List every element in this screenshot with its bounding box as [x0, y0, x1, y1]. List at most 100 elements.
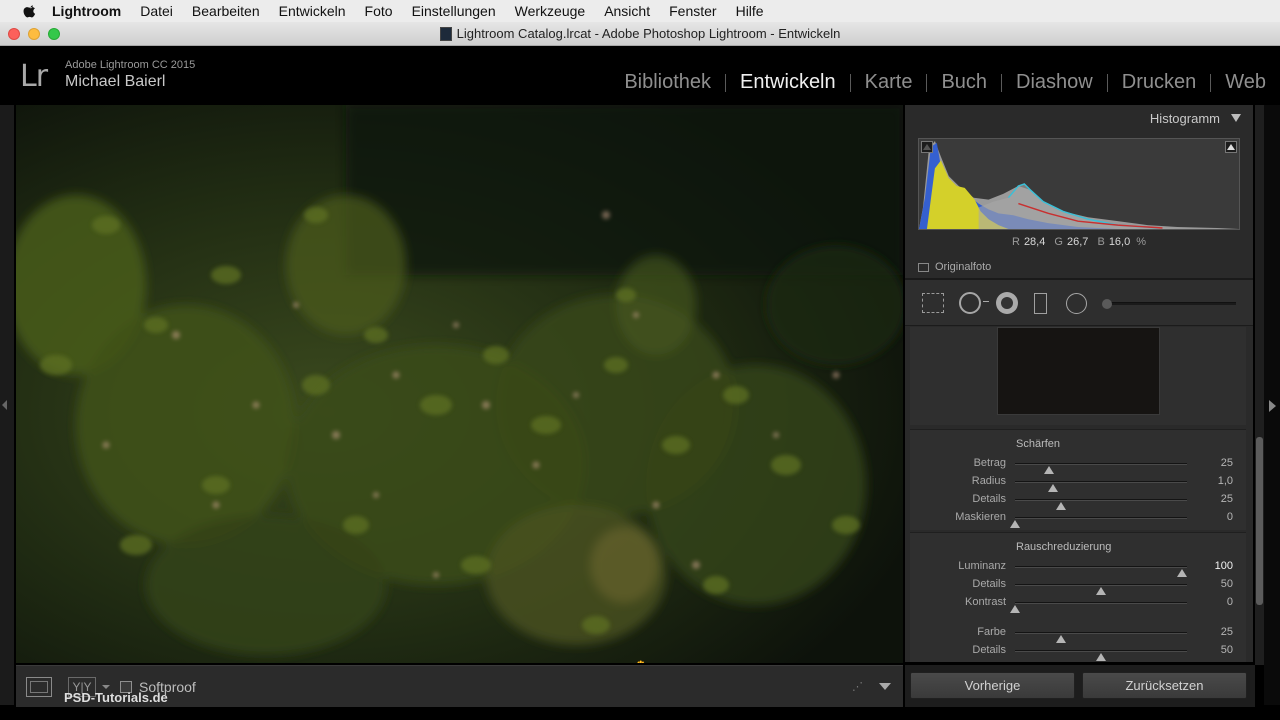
menu-hilfe[interactable]: Hilfe	[736, 3, 764, 19]
collapse-triangle-icon[interactable]	[1231, 114, 1241, 122]
red-eye-tool-icon[interactable]	[996, 292, 1018, 314]
slider-label: Luminanz	[958, 560, 1006, 572]
noise-color-details-row[interactable]: Details 50	[910, 642, 1246, 661]
module-entwickeln[interactable]: Entwickeln	[726, 71, 850, 94]
module-bibliothek[interactable]: Bibliothek	[610, 71, 725, 94]
sharpen-amount-row[interactable]: Betrag 25	[910, 455, 1246, 474]
slider-knob[interactable]	[1010, 520, 1020, 528]
slider-value[interactable]: 50	[1221, 578, 1233, 590]
module-diashow[interactable]: Diashow	[1002, 71, 1107, 94]
module-picker: Bibliothek Entwickeln Karte Buch Diashow…	[610, 71, 1280, 94]
slider-track[interactable]	[1015, 499, 1187, 510]
slider-value[interactable]: 25	[1221, 493, 1233, 505]
module-drucken[interactable]: Drucken	[1108, 71, 1210, 94]
module-buch[interactable]: Buch	[927, 71, 1001, 94]
original-photo-row[interactable]: Originalfoto	[918, 261, 991, 273]
adjustment-brush-slider[interactable]	[1102, 299, 1236, 309]
g-value: 26,7	[1066, 236, 1089, 248]
image-toolbar: Y|Y Softproof PSD-Tutorials.de ⋰	[16, 665, 903, 707]
menu-bearbeiten[interactable]: Bearbeiten	[192, 3, 260, 19]
slider-value[interactable]: 1,0	[1218, 475, 1233, 487]
menu-foto[interactable]: Foto	[365, 3, 393, 19]
noise-reduction-section: Rauschreduzierung Luminanz 100 Details 5…	[910, 532, 1246, 662]
noise-luminance-row[interactable]: Luminanz 100	[910, 558, 1246, 577]
original-photo-checkbox[interactable]	[918, 262, 929, 272]
menu-werkzeuge[interactable]: Werkzeuge	[515, 3, 586, 19]
identity-user: Michael Baierl	[65, 73, 166, 90]
slider-value[interactable]: 50	[1221, 644, 1233, 656]
toolbar-menu-arrow-icon[interactable]	[879, 683, 891, 690]
noise-contrast-row[interactable]: Kontrast 0	[910, 594, 1246, 613]
watermark-text: PSD-Tutorials.de	[64, 690, 168, 705]
sharpen-masking-row[interactable]: Maskieren 0	[910, 509, 1246, 528]
slider-value[interactable]: 0	[1227, 596, 1233, 608]
develop-right-panel: Histogramm R 28,4 G 26,7 B 16,0% Originalfo…	[905, 105, 1253, 662]
previous-settings-button[interactable]: Vorherige	[910, 672, 1075, 699]
slider-label: Farbe	[977, 626, 1006, 638]
adjustment-brush-knob[interactable]	[1102, 299, 1112, 309]
menu-ansicht[interactable]: Ansicht	[604, 3, 650, 19]
histogram-graph[interactable]	[918, 138, 1240, 230]
module-web[interactable]: Web	[1211, 71, 1280, 94]
histogram-header[interactable]: Histogramm	[905, 105, 1253, 131]
apple-icon[interactable]	[20, 3, 40, 19]
slider-value[interactable]: 25	[1221, 626, 1233, 638]
radial-filter-tool-icon[interactable]	[1066, 293, 1087, 314]
photo-foliage-image	[16, 105, 903, 663]
slider-track[interactable]	[1015, 566, 1187, 577]
loupe-view-button[interactable]	[26, 676, 52, 697]
module-karte[interactable]: Karte	[851, 71, 927, 94]
b-value: 16,0	[1108, 236, 1131, 248]
close-window-button[interactable]	[8, 28, 20, 40]
detail-preview-area	[910, 327, 1246, 425]
slider-track[interactable]	[1015, 463, 1187, 474]
percent-unit: %	[1136, 236, 1147, 248]
slider-track[interactable]	[1010, 602, 1187, 613]
slider-value[interactable]: 0	[1227, 511, 1233, 523]
left-panel-toggle[interactable]	[0, 105, 14, 705]
menu-datei[interactable]: Datei	[140, 3, 173, 19]
slider-value[interactable]: 25	[1221, 457, 1233, 469]
photo-canvas[interactable]: ✋	[16, 105, 903, 663]
menu-app[interactable]: Lightroom	[52, 3, 121, 19]
slider-label: Radius	[971, 475, 1006, 487]
slider-track[interactable]	[1015, 481, 1187, 492]
noise-details-row[interactable]: Details 50	[910, 576, 1246, 595]
slider-knob[interactable]	[1096, 653, 1106, 661]
menu-entwickeln[interactable]: Entwickeln	[279, 3, 346, 19]
slider-track[interactable]	[1015, 650, 1187, 661]
slider-label: Betrag	[973, 457, 1006, 469]
panel-bottom-buttons: Vorherige Zurücksetzen	[905, 665, 1255, 707]
sharpen-details-row[interactable]: Details 25	[910, 491, 1246, 510]
slider-label: Details	[972, 644, 1006, 656]
highlight-clipping-toggle[interactable]	[1225, 141, 1237, 153]
b-label: B	[1097, 236, 1105, 248]
slider-track[interactable]	[1015, 584, 1187, 595]
hand-cursor-icon: ✋	[630, 660, 652, 663]
slider-knob[interactable]	[1010, 605, 1020, 613]
slider-track[interactable]	[1010, 517, 1187, 528]
noise-color-row[interactable]: Farbe 25	[910, 624, 1246, 643]
fullscreen-window-button[interactable]	[48, 28, 60, 40]
window-title: Lightroom Catalog.lrcat - Adobe Photosho…	[456, 26, 841, 41]
graduated-filter-tool-icon[interactable]	[1034, 293, 1047, 314]
spot-removal-tool-icon[interactable]	[959, 292, 981, 314]
slider-label: Details	[972, 493, 1006, 505]
window-controls	[8, 28, 60, 40]
menu-einstellungen[interactable]: Einstellungen	[412, 3, 496, 19]
right-panel-scrollbar[interactable]	[1255, 105, 1264, 665]
slider-value[interactable]: 100	[1215, 560, 1233, 572]
menu-fenster[interactable]: Fenster	[669, 3, 716, 19]
reset-button[interactable]: Zurücksetzen	[1082, 672, 1247, 699]
detail-preview-thumbnail[interactable]	[997, 327, 1160, 415]
crop-tool-icon[interactable]	[922, 293, 944, 313]
resize-grip-icon: ⋰	[852, 681, 863, 693]
filmstrip-collapsed[interactable]	[0, 707, 1280, 720]
shadow-clipping-toggle[interactable]	[921, 141, 933, 153]
slider-track[interactable]	[1015, 632, 1187, 643]
right-panel-toggle[interactable]	[1264, 105, 1280, 705]
sharpen-radius-row[interactable]: Radius 1,0	[910, 473, 1246, 492]
minimize-window-button[interactable]	[28, 28, 40, 40]
scrollbar-thumb[interactable]	[1256, 437, 1263, 605]
view-options-dropdown-icon[interactable]	[102, 684, 110, 689]
